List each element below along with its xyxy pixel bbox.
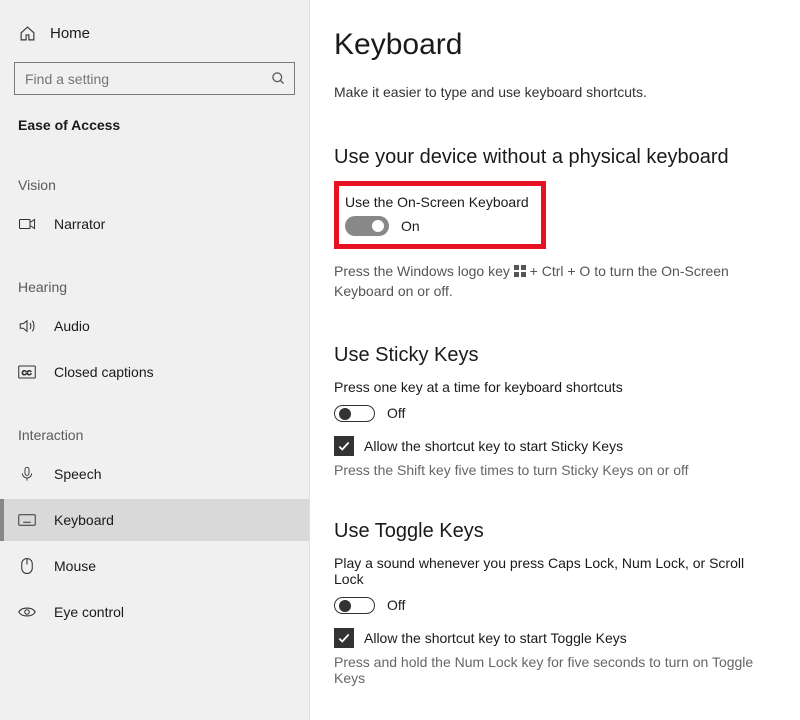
sidebar-item-closed-captions[interactable]: CC Closed captions <box>0 351 309 393</box>
nav-label: Speech <box>54 466 101 482</box>
checkbox-checked-icon <box>334 436 354 456</box>
page-subtitle: Make it easier to type and use keyboard … <box>334 84 770 100</box>
search-input-container[interactable] <box>14 62 295 95</box>
sticky-lead: Press one key at a time for keyboard sho… <box>334 379 770 395</box>
home-link[interactable]: Home <box>0 18 309 52</box>
nav-label: Narrator <box>54 216 105 232</box>
osk-heading: Use your device without a physical keybo… <box>334 146 770 169</box>
sticky-help: Press the Shift key five times to turn S… <box>334 462 770 478</box>
windows-logo-icon <box>514 265 526 277</box>
sticky-heading: Use Sticky Keys <box>334 344 770 367</box>
nav-label: Audio <box>54 318 90 334</box>
home-icon <box>18 24 36 42</box>
category-vision: Vision <box>0 147 309 203</box>
sticky-toggle[interactable] <box>334 405 375 422</box>
sticky-toggle-state: Off <box>387 405 405 421</box>
page-title: Keyboard <box>334 28 770 62</box>
sidebar-item-audio[interactable]: Audio <box>0 305 309 347</box>
togglek-heading: Use Toggle Keys <box>334 520 770 543</box>
cc-icon: CC <box>18 363 36 381</box>
sidebar-item-narrator[interactable]: Narrator <box>0 203 309 245</box>
mouse-icon <box>18 557 36 575</box>
narrator-icon <box>18 215 36 233</box>
togglek-help: Press and hold the Num Lock key for five… <box>334 654 770 686</box>
checkbox-checked-icon <box>334 628 354 648</box>
search-input[interactable] <box>15 71 262 87</box>
main-content: Keyboard Make it easier to type and use … <box>310 0 800 720</box>
toggle-keys-section: Use Toggle Keys Play a sound whenever yo… <box>334 520 770 686</box>
osk-toggle[interactable] <box>345 216 389 236</box>
nav-label: Keyboard <box>54 512 114 528</box>
keyboard-icon <box>18 511 36 529</box>
sidebar: Home Ease of Access Vision Narrator Hear… <box>0 0 310 720</box>
sidebar-item-keyboard[interactable]: Keyboard <box>0 499 309 541</box>
home-label: Home <box>50 25 90 42</box>
sidebar-group-title: Ease of Access <box>0 113 309 147</box>
togglek-checkbox-label: Allow the shortcut key to start Toggle K… <box>364 630 627 646</box>
microphone-icon <box>18 465 36 483</box>
togglek-shortcut-checkbox[interactable]: Allow the shortcut key to start Toggle K… <box>334 628 770 648</box>
eye-icon <box>18 603 36 621</box>
category-hearing: Hearing <box>0 249 309 305</box>
osk-toggle-label: Use the On-Screen Keyboard <box>345 194 529 210</box>
svg-text:CC: CC <box>22 370 32 377</box>
sticky-checkbox-label: Allow the shortcut key to start Sticky K… <box>364 438 623 454</box>
nav-label: Closed captions <box>54 364 154 380</box>
togglek-toggle[interactable] <box>334 597 375 614</box>
togglek-lead: Play a sound whenever you press Caps Loc… <box>334 555 770 587</box>
sidebar-item-mouse[interactable]: Mouse <box>0 545 309 587</box>
togglek-toggle-state: Off <box>387 597 405 613</box>
sidebar-item-eye-control[interactable]: Eye control <box>0 591 309 633</box>
osk-help-text: Press the Windows logo key + Ctrl + O to… <box>334 261 770 302</box>
nav-label: Mouse <box>54 558 96 574</box>
sticky-keys-section: Use Sticky Keys Press one key at a time … <box>334 344 770 478</box>
audio-icon <box>18 317 36 335</box>
nav-label: Eye control <box>54 604 124 620</box>
search-icon <box>262 71 294 89</box>
sticky-shortcut-checkbox[interactable]: Allow the shortcut key to start Sticky K… <box>334 436 770 456</box>
sidebar-item-speech[interactable]: Speech <box>0 453 309 495</box>
osk-toggle-state: On <box>401 218 420 234</box>
category-interaction: Interaction <box>0 397 309 453</box>
annotation-highlight: Use the On-Screen Keyboard On <box>334 181 546 249</box>
